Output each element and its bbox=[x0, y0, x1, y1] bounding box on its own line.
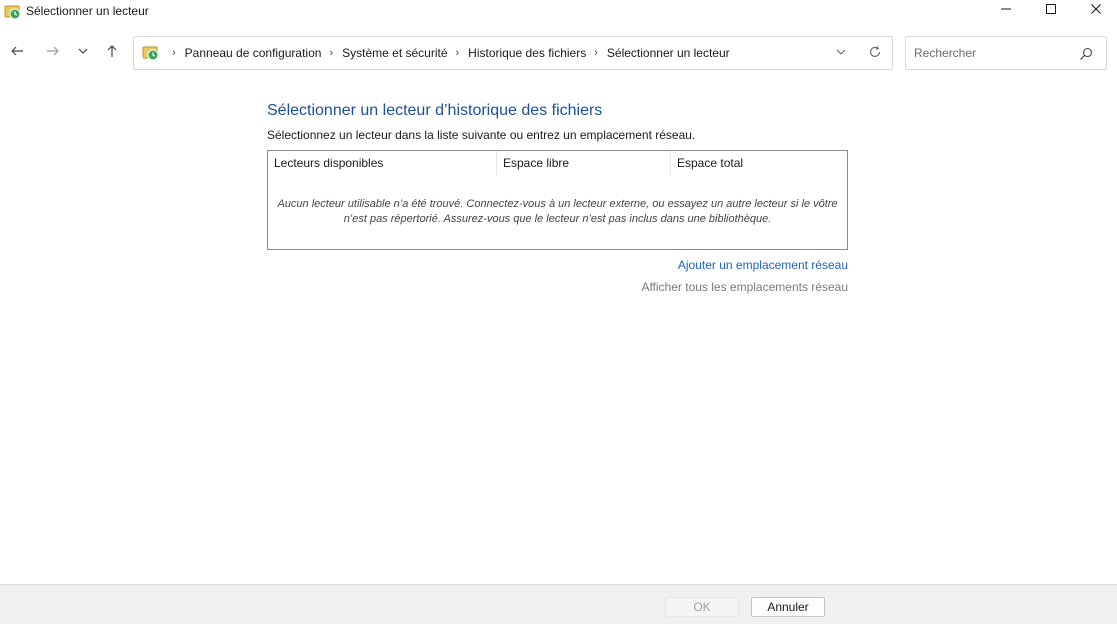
refresh-icon bbox=[868, 45, 882, 64]
breadcrumb-item-historique-des-fichiers[interactable]: Historique des fichiers bbox=[468, 46, 586, 60]
window-title: Sélectionner un lecteur bbox=[26, 4, 149, 18]
breadcrumb-separator-icon[interactable]: › bbox=[594, 47, 598, 59]
close-icon bbox=[1090, 2, 1102, 20]
breadcrumb-separator-icon[interactable]: › bbox=[172, 47, 176, 59]
arrow-right-icon bbox=[46, 44, 60, 63]
breadcrumb-separator-icon[interactable]: › bbox=[456, 47, 460, 59]
maximize-icon bbox=[1045, 2, 1057, 20]
breadcrumb-item-panneau-de-configuration[interactable]: Panneau de configuration bbox=[185, 46, 322, 60]
dialog-footer: OK Annuler bbox=[0, 584, 1117, 624]
minimize-icon bbox=[1000, 2, 1012, 20]
maximize-button[interactable] bbox=[1028, 0, 1074, 22]
file-history-icon bbox=[4, 3, 22, 21]
back-button[interactable] bbox=[4, 40, 30, 66]
close-button[interactable] bbox=[1073, 0, 1117, 22]
main-content: Sélectionner un lecteur d’historique des… bbox=[0, 70, 1117, 584]
refresh-button[interactable] bbox=[865, 44, 885, 64]
minimize-button[interactable] bbox=[983, 0, 1029, 22]
page-title: Sélectionner un lecteur d’historique des… bbox=[267, 102, 603, 119]
arrow-left-icon bbox=[10, 44, 24, 63]
recent-locations-button[interactable] bbox=[70, 40, 96, 66]
navigation-bar: › Panneau de configuration › Système et … bbox=[0, 36, 1117, 70]
breadcrumb-separator-icon[interactable]: › bbox=[329, 47, 333, 59]
title-bar: Sélectionner un lecteur bbox=[0, 0, 1117, 24]
address-bar[interactable]: › Panneau de configuration › Système et … bbox=[133, 36, 893, 70]
breadcrumb-item-selectionner-un-lecteur[interactable]: Sélectionner un lecteur bbox=[607, 46, 730, 60]
search-box[interactable] bbox=[905, 36, 1107, 70]
instructions-text: Sélectionnez un lecteur dans la liste su… bbox=[267, 128, 696, 142]
search-input[interactable] bbox=[914, 44, 1074, 62]
control-panel-icon bbox=[142, 44, 160, 62]
search-icon[interactable] bbox=[1078, 46, 1094, 62]
column-header-available-drives[interactable]: Lecteurs disponibles bbox=[268, 151, 497, 175]
show-all-network-locations-link[interactable]: Afficher tous les emplacements réseau bbox=[560, 280, 848, 294]
empty-list-message: Aucun lecteur utilisable n’a été trouvé.… bbox=[277, 198, 838, 225]
forward-button[interactable] bbox=[40, 40, 66, 66]
breadcrumb-item-systeme-et-securite[interactable]: Système et sécurité bbox=[342, 46, 447, 60]
add-network-location-link[interactable]: Ajouter un emplacement réseau bbox=[600, 258, 848, 272]
column-header-free-space[interactable]: Espace libre bbox=[497, 151, 671, 175]
breadcrumb: › Panneau de configuration › Système et … bbox=[164, 37, 730, 69]
drive-list[interactable]: Lecteurs disponibles Espace libre Espace… bbox=[267, 150, 848, 250]
chevron-down-icon bbox=[77, 44, 89, 62]
ok-button[interactable]: OK bbox=[665, 597, 739, 617]
address-history-button[interactable] bbox=[831, 44, 851, 64]
chevron-down-icon bbox=[835, 45, 847, 63]
up-button[interactable] bbox=[99, 40, 125, 66]
arrow-up-icon bbox=[105, 44, 119, 63]
cancel-button[interactable]: Annuler bbox=[751, 597, 825, 617]
column-header-total-space[interactable]: Espace total bbox=[671, 151, 845, 175]
